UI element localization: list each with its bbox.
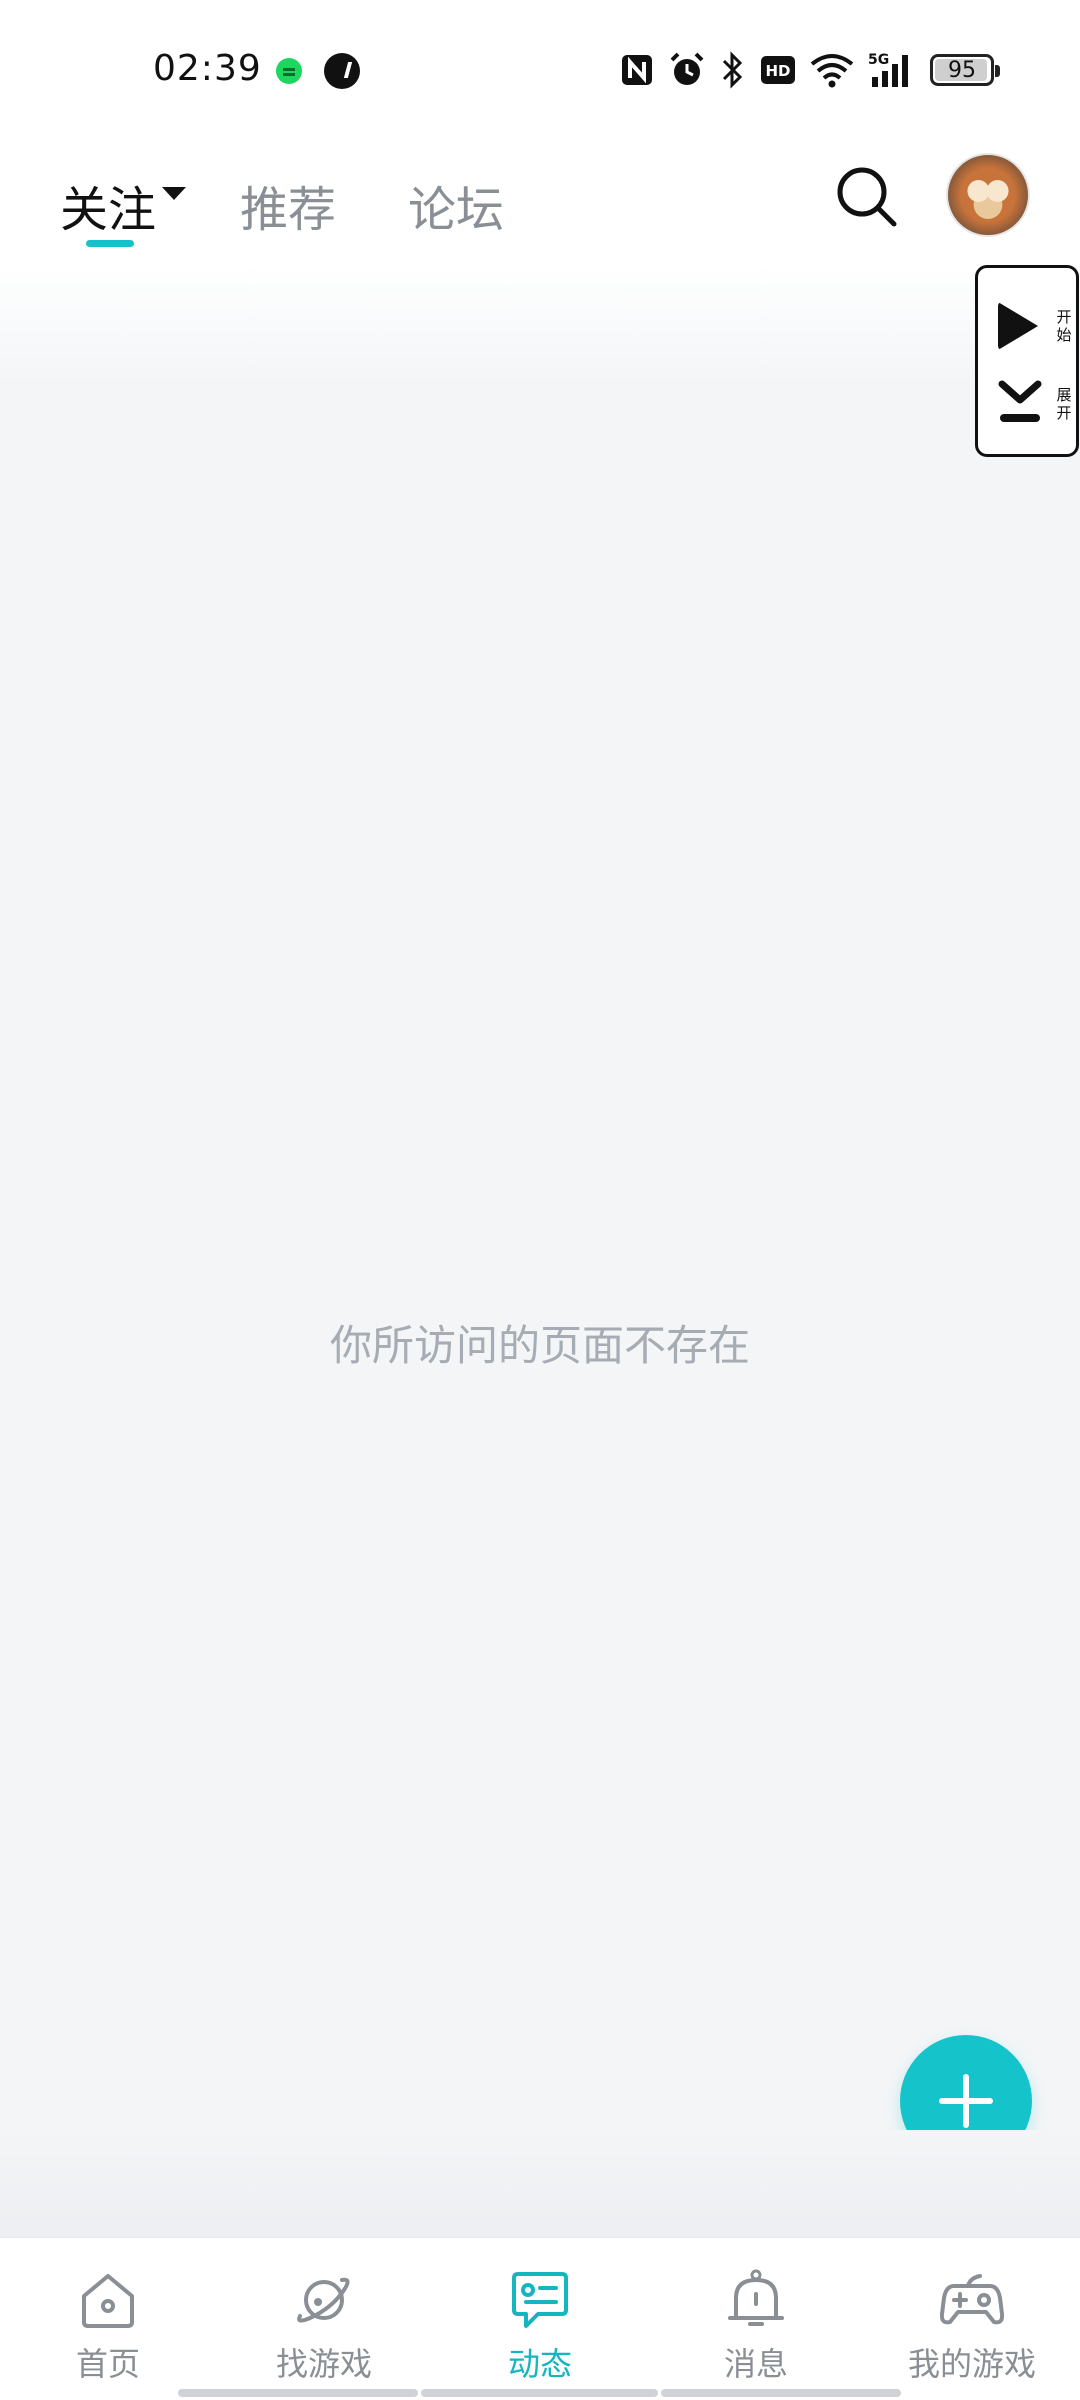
collapse-icon[interactable] [998, 380, 1042, 428]
bell-icon [728, 2269, 784, 2326]
play-label: 开始 [1056, 308, 1072, 344]
status-bar: 02:39 HD 5G 95 [0, 0, 1080, 140]
nav-item-feed[interactable]: 动态 [432, 2238, 648, 2388]
floating-recorder-widget[interactable]: 开始 展开 [975, 265, 1079, 457]
nav-item-find-games[interactable]: 找游戏 [216, 2238, 432, 2388]
search-icon[interactable] [830, 160, 902, 232]
empty-state-message: 你所访问的页面不存在 [329, 1321, 750, 1370]
nav-label-home: 首页 [75, 2345, 140, 2383]
nav-label-find-games: 找游戏 [275, 2345, 372, 2383]
planet-icon [297, 2277, 350, 2323]
battery-icon: 95 [930, 54, 1000, 86]
bottom-fade [0, 2130, 1080, 2240]
active-tab-indicator [86, 240, 134, 247]
nav-label-feed: 动态 [507, 2345, 572, 2383]
tab-recommend[interactable]: 推荐 [240, 170, 336, 240]
nav-item-my-games[interactable]: 我的游戏 [864, 2238, 1080, 2388]
top-nav: 关注 推荐 论坛 [0, 140, 1080, 265]
bluetooth-icon [722, 51, 743, 89]
alarm-icon [670, 52, 704, 85]
nav-label-my-games: 我的游戏 [907, 2345, 1036, 2383]
battery-level: 95 [948, 57, 976, 83]
tab-follow[interactable]: 关注 [60, 170, 156, 240]
svg-text:HD: HD [765, 62, 790, 80]
nav-item-messages[interactable]: 消息 [648, 2238, 864, 2388]
home-icon [82, 2274, 134, 2328]
header-fade [0, 265, 1080, 385]
hd-icon: HD [761, 56, 795, 84]
chat-card-icon [512, 2272, 568, 2328]
wifi-icon [810, 54, 854, 88]
tab-forum[interactable]: 论坛 [408, 170, 504, 240]
collapse-label: 展开 [1056, 386, 1072, 422]
svg-text:5G: 5G [868, 52, 889, 68]
play-icon[interactable] [998, 302, 1038, 350]
spotify-icon [276, 58, 302, 84]
5g-signal-icon: 5G [868, 52, 908, 87]
page: 02:39 HD 5G 95 关注 推荐 论坛 开始 展开 你所访问的页面不存在… [0, 0, 1080, 2400]
app-icon [324, 53, 360, 89]
status-time: 02:39 [153, 48, 262, 89]
status-icons: HD 5G 95 [620, 48, 1000, 92]
nav-label-messages: 消息 [723, 2345, 788, 2383]
gesture-bar-center[interactable] [421, 2389, 658, 2397]
gesture-bar-right [661, 2389, 901, 2397]
gamepad-icon [940, 2274, 1004, 2325]
nav-item-home[interactable]: 首页 [0, 2238, 216, 2388]
nfc-icon [622, 55, 652, 85]
gesture-bar-left [178, 2389, 418, 2397]
chevron-down-icon[interactable] [162, 187, 186, 200]
avatar[interactable] [946, 153, 1030, 237]
bottom-nav: 首页 找游戏 动态 消息 我的游戏 [0, 2237, 1080, 2400]
